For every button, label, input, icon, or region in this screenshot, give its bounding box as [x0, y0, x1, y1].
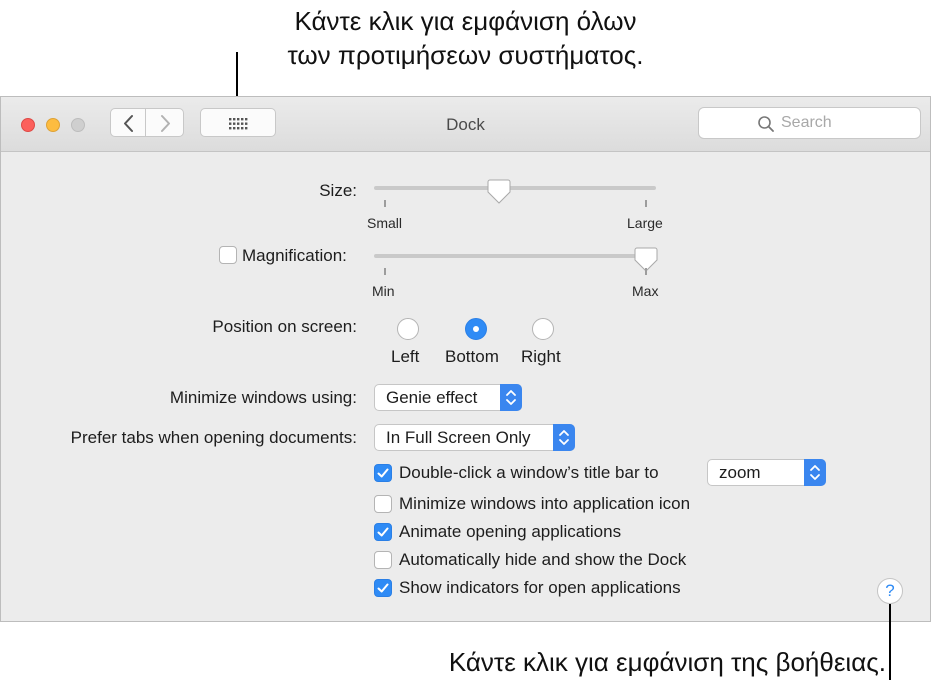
- minimize-into-icon-checkbox[interactable]: [374, 495, 392, 513]
- magnification-slider-track[interactable]: [374, 254, 656, 258]
- magnification-checkbox[interactable]: [219, 246, 237, 264]
- autohide-checkbox[interactable]: [374, 551, 392, 569]
- animate-checkbox[interactable]: [374, 523, 392, 541]
- popup-stepper-icon: [804, 459, 826, 486]
- minimize-effect-popup[interactable]: Genie effect: [374, 384, 522, 411]
- double-click-checkbox[interactable]: [374, 464, 392, 482]
- size-min-label: Small: [367, 215, 402, 231]
- size-slider-track[interactable]: [374, 186, 656, 190]
- size-slider-knob[interactable]: [487, 179, 511, 205]
- magnification-tick-min: [384, 268, 386, 275]
- double-click-action-value: zoom: [719, 463, 761, 483]
- size-tick-min: [384, 200, 386, 207]
- position-left-radio[interactable]: [397, 318, 419, 340]
- position-bottom-radio[interactable]: [465, 318, 487, 340]
- help-leader-line: [889, 604, 891, 680]
- size-tick-max: [645, 200, 647, 207]
- position-bottom-label: Bottom: [445, 347, 499, 367]
- checkmark-icon: [375, 524, 391, 540]
- autohide-label: Automatically hide and show the Dock: [399, 550, 686, 570]
- magnification-label: Magnification:: [242, 246, 347, 266]
- checkmark-icon: [375, 465, 391, 481]
- help-callout: Κάντε κλικ για εμφάνιση της βοήθειας.: [300, 645, 886, 679]
- search-placeholder: Search: [781, 114, 832, 132]
- help-button[interactable]: ?: [877, 578, 903, 604]
- size-max-label: Large: [627, 215, 663, 231]
- show-all-callout-line2: των προτιμήσεων συστήματος.: [0, 38, 931, 72]
- magnification-max-label: Max: [632, 283, 658, 299]
- prefer-tabs-value: In Full Screen Only: [386, 428, 531, 448]
- size-label: Size:: [319, 181, 357, 201]
- double-click-action-popup[interactable]: zoom: [707, 459, 826, 486]
- prefer-tabs-popup[interactable]: In Full Screen Only: [374, 424, 575, 451]
- position-label: Position on screen:: [212, 317, 357, 337]
- position-right-radio[interactable]: [532, 318, 554, 340]
- checkmark-icon: [375, 580, 391, 596]
- show-all-callout-line1: Κάντε κλικ για εμφάνιση όλων: [0, 4, 931, 38]
- indicators-label: Show indicators for open applications: [399, 578, 681, 598]
- show-all-callout: Κάντε κλικ για εμφάνιση όλων των προτιμή…: [0, 4, 931, 72]
- magnification-tick-max: [645, 268, 647, 275]
- popup-stepper-icon: [553, 424, 575, 451]
- search-field[interactable]: Search: [698, 107, 921, 139]
- magnification-min-label: Min: [372, 283, 395, 299]
- animate-label: Animate opening applications: [399, 522, 621, 542]
- popup-stepper-icon: [500, 384, 522, 411]
- position-left-label: Left: [391, 347, 419, 367]
- minimize-effect-value: Genie effect: [386, 388, 477, 408]
- titlebar: Dock Search: [1, 97, 930, 152]
- indicators-checkbox[interactable]: [374, 579, 392, 597]
- double-click-label: Double-click a window’s title bar to: [399, 463, 659, 483]
- search-icon: [757, 115, 775, 133]
- prefer-tabs-label: Prefer tabs when opening documents:: [71, 428, 357, 448]
- minimize-into-icon-label: Minimize windows into application icon: [399, 494, 690, 514]
- minimize-using-label: Minimize windows using:: [170, 388, 357, 408]
- position-right-label: Right: [521, 347, 561, 367]
- dock-preferences-window: Dock Search Size: Small Large Magnificat…: [0, 96, 931, 622]
